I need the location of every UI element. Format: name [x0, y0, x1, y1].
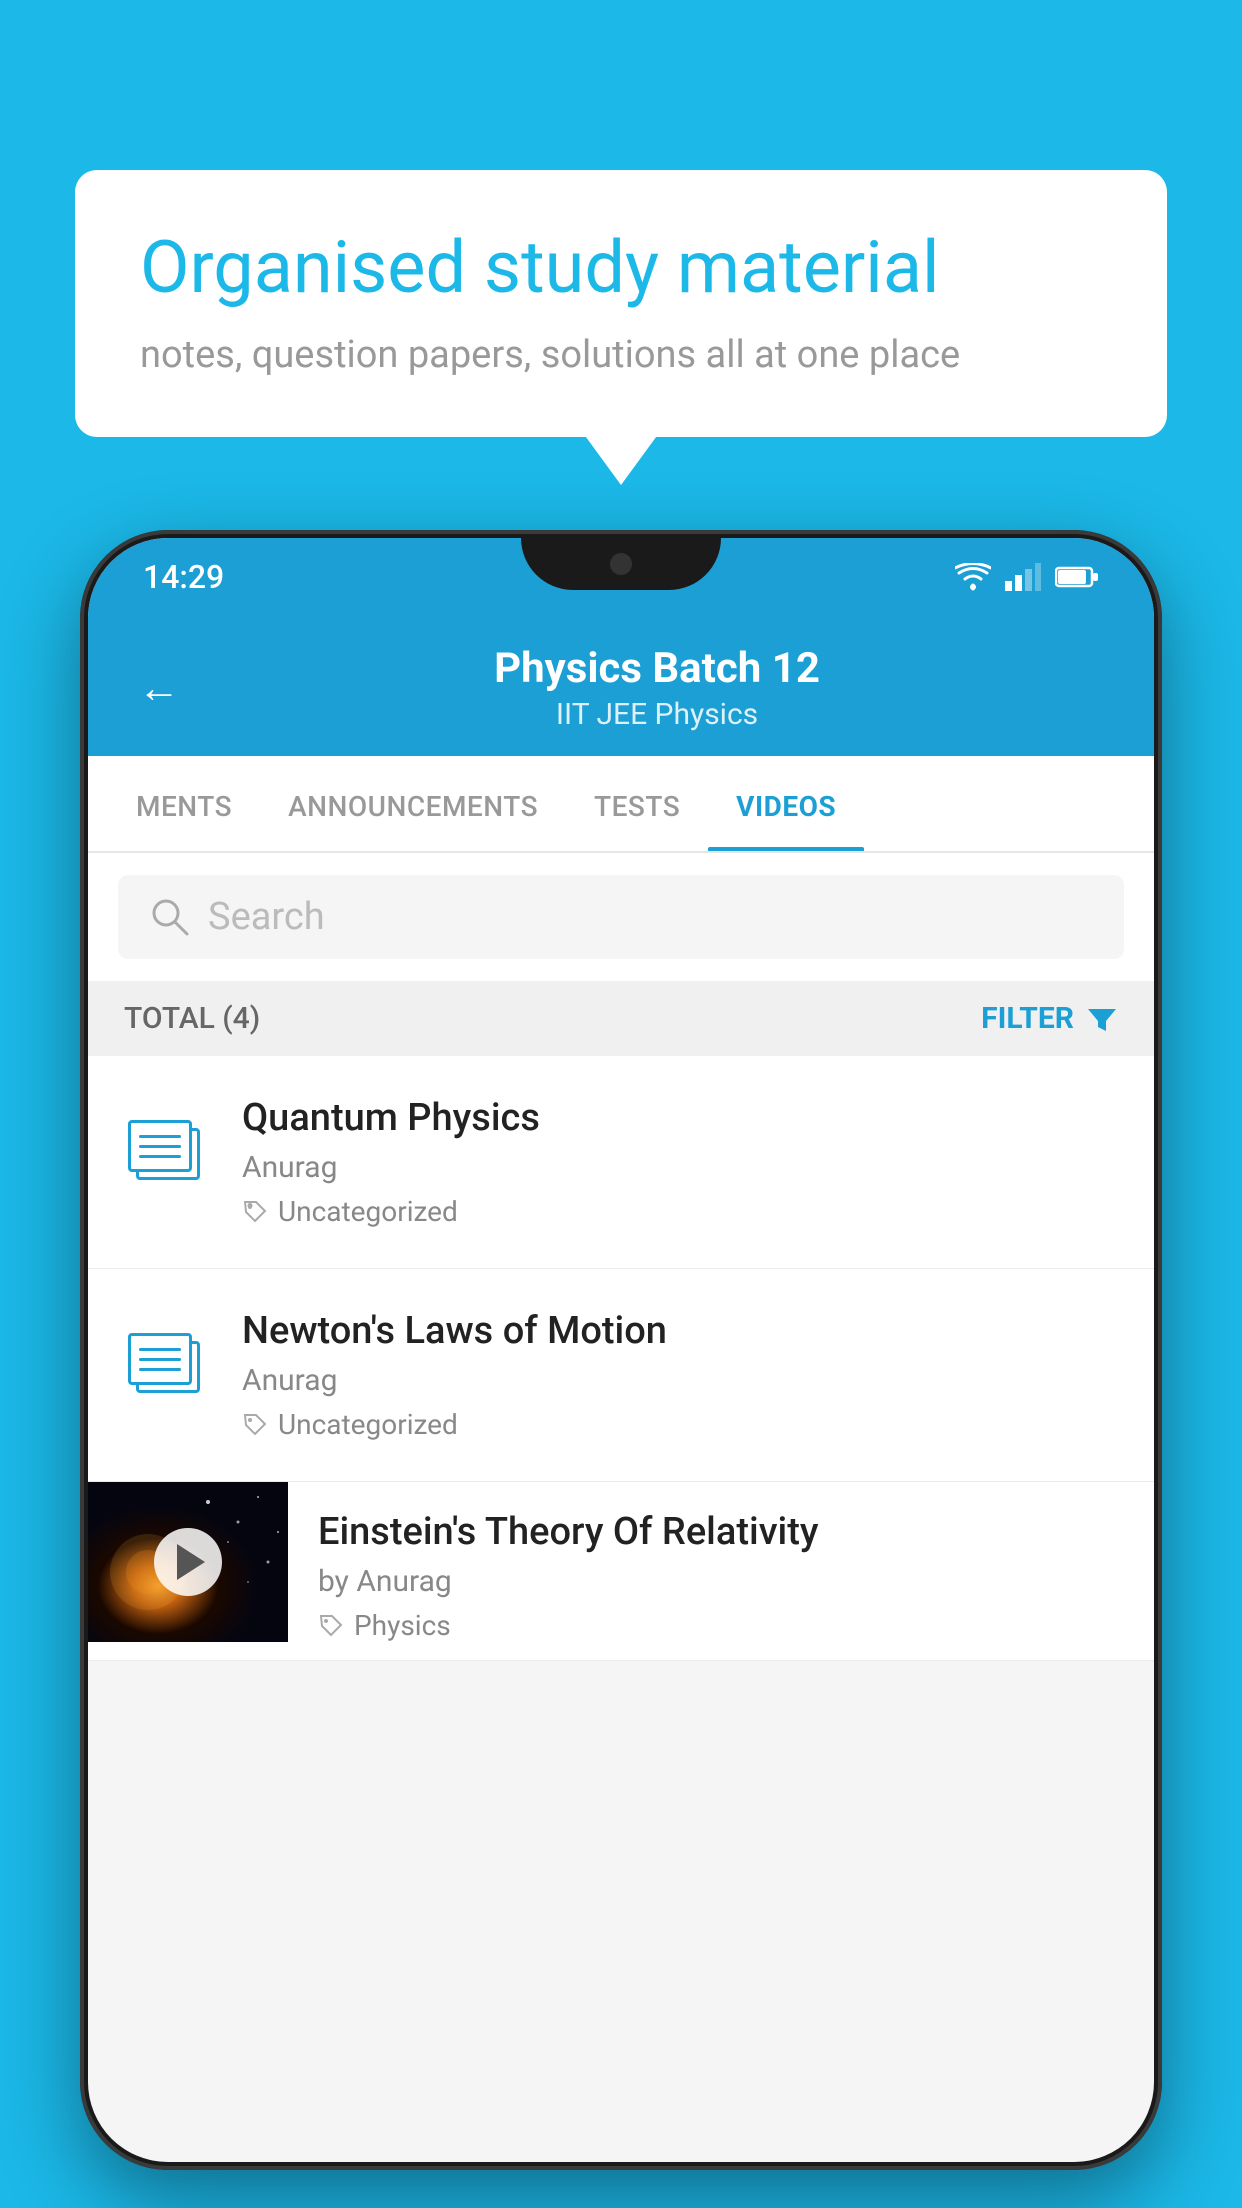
- thumbnail-bg: [88, 1482, 288, 1642]
- item-tag: Uncategorized: [242, 1195, 1118, 1228]
- play-button[interactable]: [154, 1528, 222, 1596]
- camera-dot: [610, 553, 632, 575]
- battery-icon: [1055, 565, 1099, 589]
- page-subtitle: IIT JEE Physics: [210, 697, 1104, 732]
- play-triangle-icon: [177, 1544, 205, 1580]
- item-author: by Anurag: [318, 1564, 1118, 1599]
- folder-icon-newton: [124, 1309, 212, 1397]
- video-thumbnail: [88, 1482, 288, 1642]
- status-time: 14:29: [143, 558, 224, 596]
- header-title-block: Physics Batch 12 IIT JEE Physics: [210, 644, 1104, 732]
- tab-ments[interactable]: MENTS: [108, 756, 260, 851]
- tag-label: Uncategorized: [278, 1408, 458, 1441]
- tab-announcements[interactable]: ANNOUNCEMENTS: [260, 756, 566, 851]
- item-tag: Uncategorized: [242, 1408, 1118, 1441]
- tab-tests[interactable]: TESTS: [566, 756, 708, 851]
- speech-bubble: Organised study material notes, question…: [75, 170, 1167, 437]
- item-tag: Physics: [318, 1609, 1118, 1642]
- status-bar: 14:29: [88, 538, 1154, 616]
- item-author: Anurag: [242, 1363, 1118, 1398]
- app-header: ← Physics Batch 12 IIT JEE Physics: [88, 616, 1154, 756]
- search-placeholder[interactable]: Search: [208, 895, 325, 939]
- page-title: Physics Batch 12: [210, 644, 1104, 693]
- wifi-icon: [955, 563, 991, 591]
- tag-label: Physics: [354, 1609, 451, 1642]
- tab-videos[interactable]: VIDEOS: [708, 756, 864, 851]
- bubble-title: Organised study material: [140, 225, 1102, 311]
- list-item[interactable]: Quantum Physics Anurag Uncategorized: [88, 1056, 1154, 1269]
- search-container: Search: [88, 853, 1154, 981]
- phone-frame: 14:29: [80, 530, 1162, 2170]
- item-title: Einstein's Theory Of Relativity: [318, 1510, 1118, 1554]
- filter-label: FILTER: [981, 1001, 1074, 1036]
- tag-label: Uncategorized: [278, 1195, 458, 1228]
- filter-icon: [1086, 1003, 1118, 1035]
- status-icons: [955, 563, 1099, 591]
- item-info-newton: Newton's Laws of Motion Anurag Uncategor…: [242, 1309, 1118, 1441]
- total-count: TOTAL (4): [124, 1001, 260, 1036]
- signal-icon: [1005, 563, 1041, 591]
- list-item[interactable]: Newton's Laws of Motion Anurag Uncategor…: [88, 1269, 1154, 1482]
- back-button[interactable]: ←: [138, 664, 180, 713]
- phone-screen: 14:29: [88, 538, 1154, 2162]
- search-icon: [150, 897, 190, 937]
- tag-icon: [242, 1199, 268, 1225]
- item-author: Anurag: [242, 1150, 1118, 1185]
- folder-icon-quantum: [124, 1096, 212, 1184]
- notch: [521, 538, 721, 590]
- item-title: Quantum Physics: [242, 1096, 1118, 1140]
- search-bar[interactable]: Search: [118, 875, 1124, 959]
- tag-icon: [242, 1412, 268, 1438]
- tabs-bar: MENTS ANNOUNCEMENTS TESTS VIDEOS: [88, 756, 1154, 853]
- bubble-subtitle: notes, question papers, solutions all at…: [140, 333, 1102, 377]
- tag-icon: [318, 1613, 344, 1639]
- item-info-quantum: Quantum Physics Anurag Uncategorized: [242, 1096, 1118, 1228]
- list-item[interactable]: Einstein's Theory Of Relativity by Anura…: [88, 1482, 1154, 1661]
- item-info-einstein: Einstein's Theory Of Relativity by Anura…: [288, 1482, 1118, 1660]
- content-list: Quantum Physics Anurag Uncategorized: [88, 1056, 1154, 1661]
- filter-button[interactable]: FILTER: [981, 1001, 1118, 1036]
- filter-bar: TOTAL (4) FILTER: [88, 981, 1154, 1056]
- item-title: Newton's Laws of Motion: [242, 1309, 1118, 1353]
